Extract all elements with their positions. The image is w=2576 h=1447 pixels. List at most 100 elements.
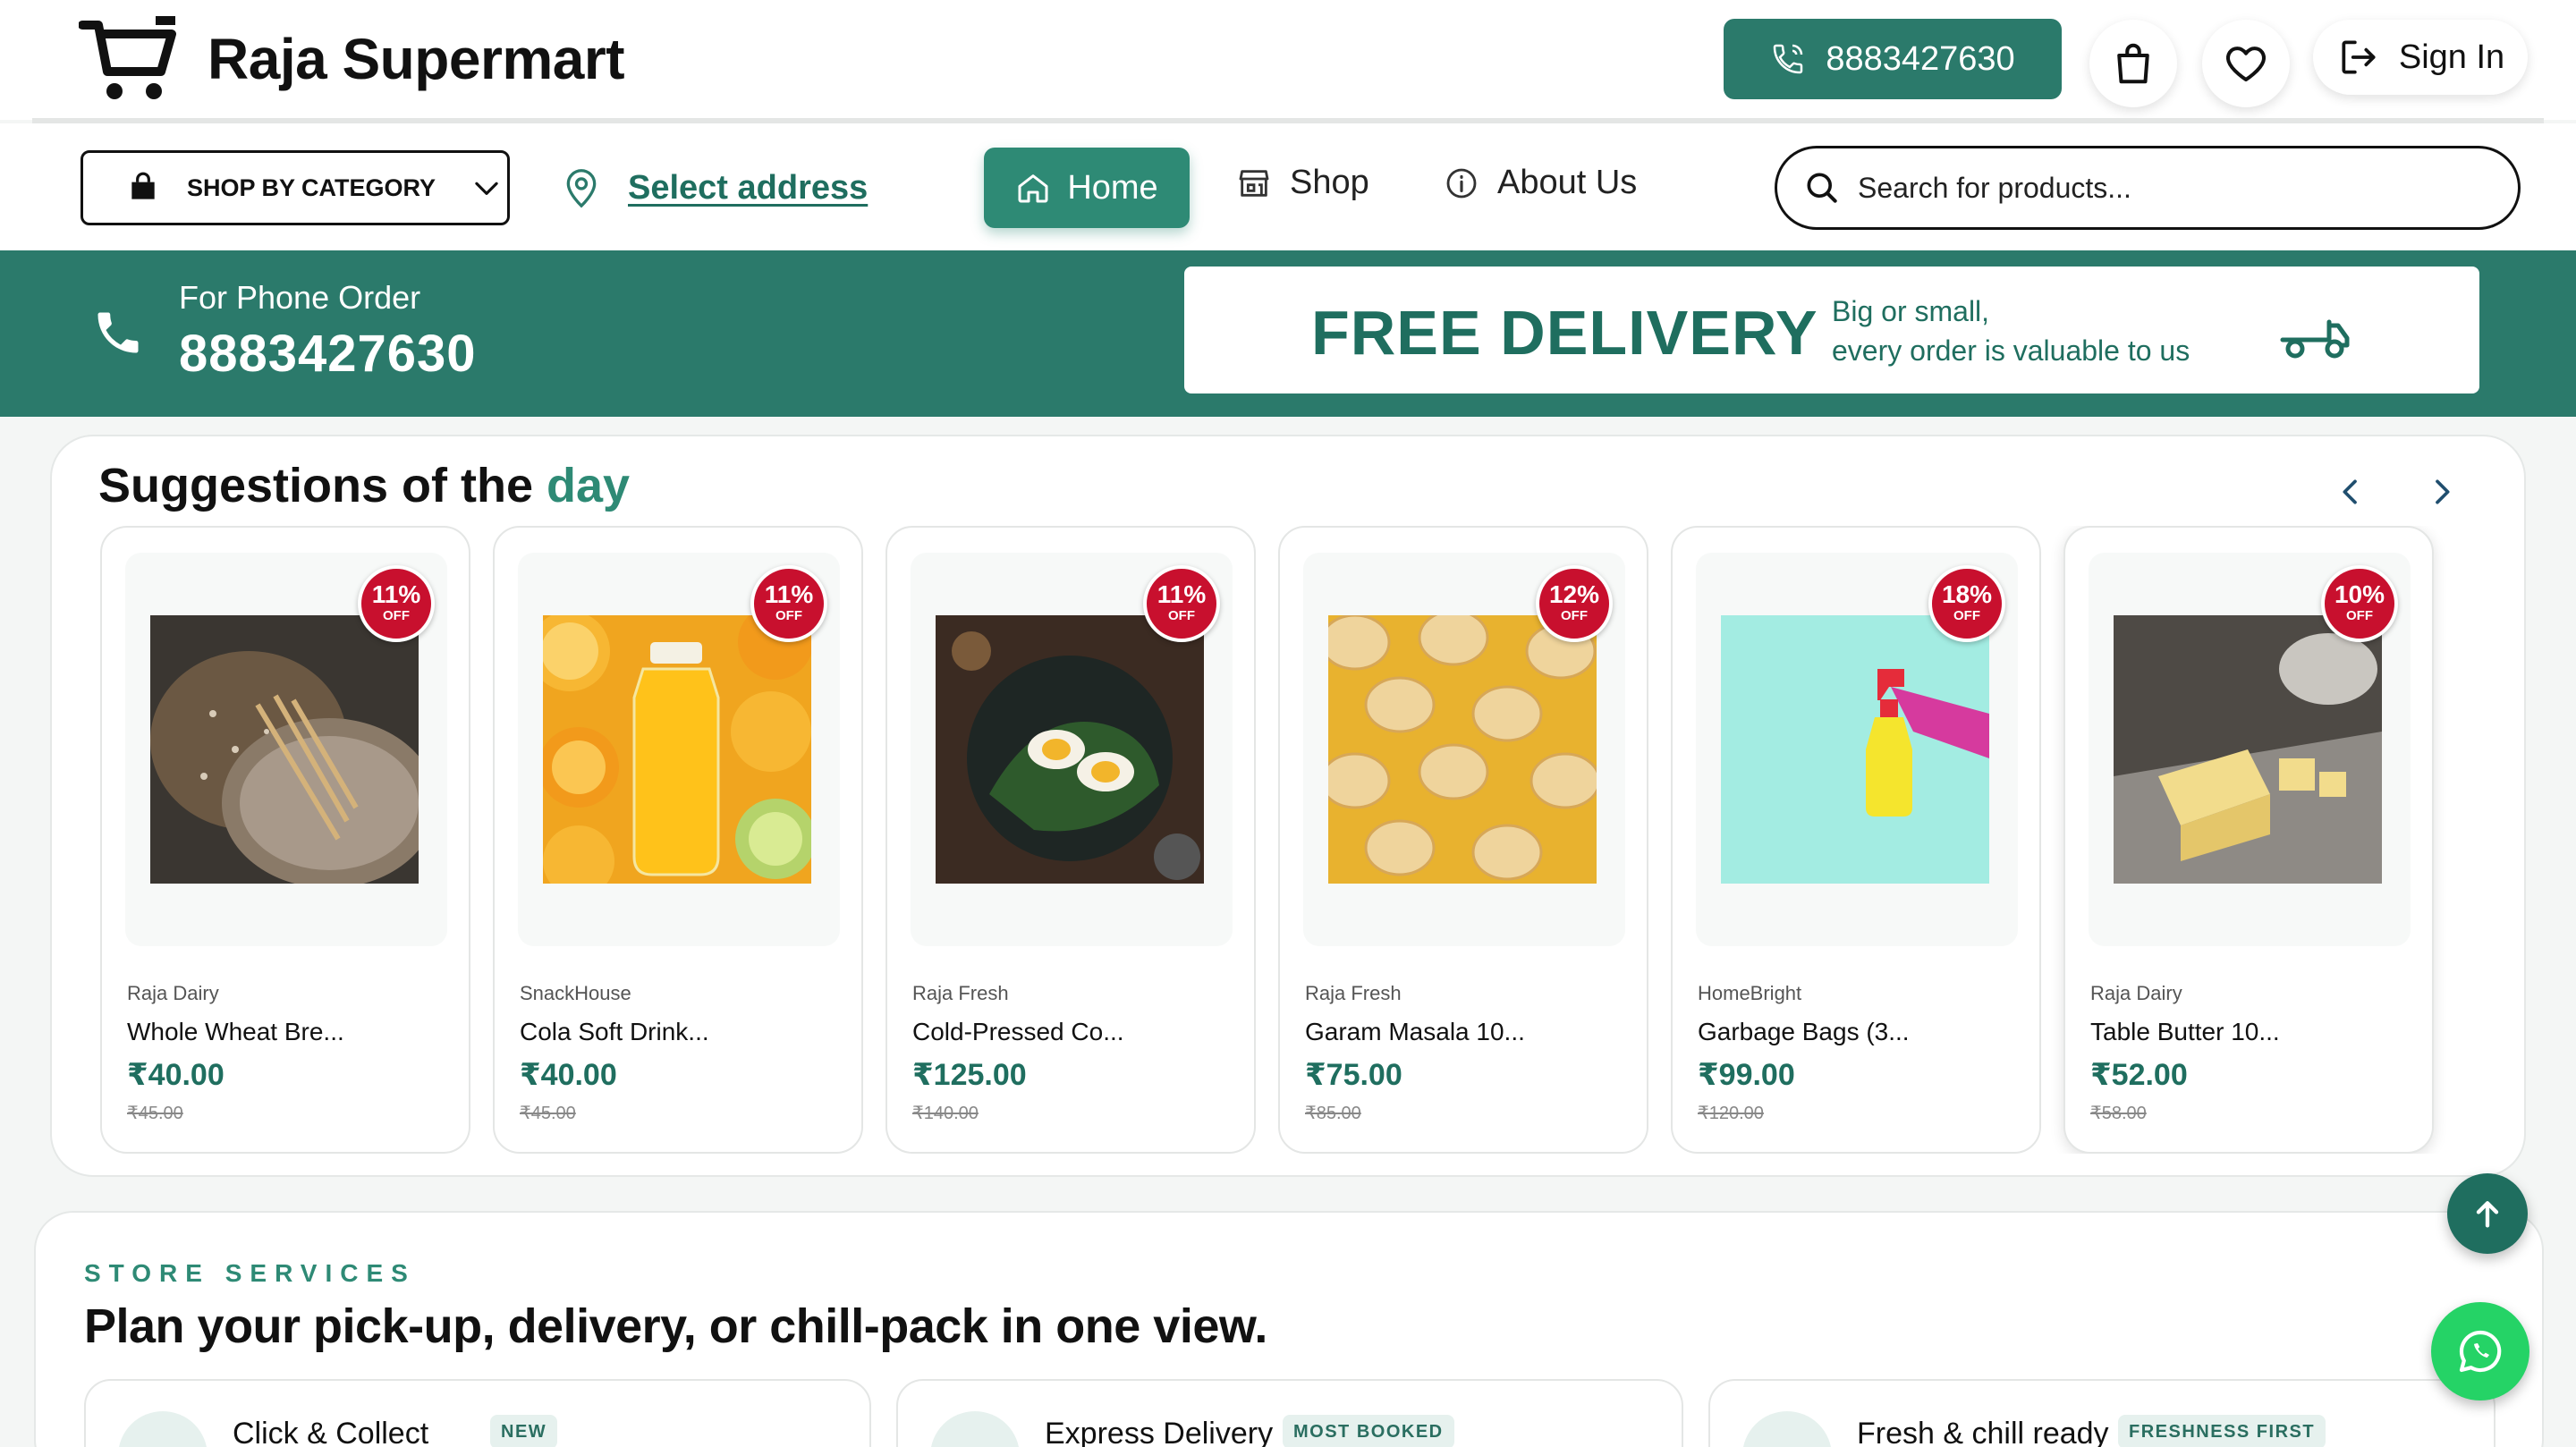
discount-badge: 10% OFF [2321, 565, 2398, 642]
call-button[interactable]: 8883427630 [1724, 19, 2062, 99]
shop-by-category-dropdown[interactable]: SHOP BY CATEGORY [80, 150, 510, 225]
product-brand: Raja Dairy [127, 982, 219, 1004]
discount-percent: 11% [1157, 580, 1207, 608]
product-mrp: ₹45.00 [127, 1104, 183, 1123]
chips-image [1328, 615, 1597, 884]
carousel-prev-button[interactable] [2324, 465, 2377, 519]
butter-image [2114, 615, 2382, 884]
category-label: SHOP BY CATEGORY [187, 173, 436, 201]
product-brand: SnackHouse [520, 982, 631, 1004]
signin-label: Sign In [2398, 38, 2505, 76]
suggestions-title-main: Suggestions of the [98, 459, 533, 512]
suggestions-title: Suggestions of the day [98, 458, 630, 513]
location-pin-icon [566, 169, 597, 208]
store-icon [1239, 169, 1269, 197]
product-name[interactable]: Table Butter 10... [2090, 1018, 2280, 1046]
product-image[interactable] [150, 615, 419, 884]
product-card[interactable]: 12% OFF Raja Fresh Garam Masala 10... ₹7… [1278, 526, 1648, 1154]
discount-off-label: OFF [1561, 608, 1588, 623]
product-image[interactable] [543, 615, 811, 884]
home-icon [1018, 174, 1048, 203]
suggestions-title-accent: day [547, 459, 631, 512]
carousel-next-button[interactable] [2415, 465, 2469, 519]
scroll-to-top-button[interactable] [2447, 1173, 2528, 1254]
product-mrp: ₹58.00 [2090, 1104, 2147, 1123]
discount-percent: 12% [1548, 580, 1600, 608]
service-name: Fresh & chill ready [1857, 1417, 2109, 1447]
juice-image [543, 615, 811, 884]
product-image-frame: 10% OFF [2089, 553, 2411, 946]
service-card-express-delivery[interactable]: Express Delivery MOST BOOKED [896, 1379, 1683, 1447]
arrow-up-icon [2476, 1201, 2499, 1228]
product-image[interactable] [1328, 615, 1597, 884]
whatsapp-icon [2459, 1330, 2502, 1373]
search-bar[interactable] [1775, 146, 2521, 230]
product-brand: Raja Dairy [2090, 982, 2182, 1004]
product-brand: HomeBright [1698, 982, 1802, 1004]
click-collect-icon [118, 1411, 208, 1447]
product-price: ₹40.00 [520, 1058, 617, 1092]
discount-off-label: OFF [383, 608, 410, 623]
phone-icon [97, 312, 139, 353]
product-name[interactable]: Cola Soft Drink... [520, 1018, 709, 1046]
wishlist-button[interactable] [2202, 20, 2290, 107]
product-mrp: ₹140.00 [912, 1104, 979, 1123]
service-card-click-collect[interactable]: Click & Collect NEW [84, 1379, 871, 1447]
tagline-line-1: Big or small, [1832, 295, 1990, 327]
service-tag: MOST BOOKED [1283, 1415, 1454, 1447]
product-card[interactable]: 11% OFF Raja Fresh Cold-Pressed Co... ₹1… [886, 526, 1256, 1154]
product-image[interactable] [1721, 615, 1989, 884]
product-image[interactable] [936, 615, 1204, 884]
product-mrp: ₹120.00 [1698, 1104, 1764, 1123]
tagline-line-2: every order is valuable to us [1832, 334, 2190, 367]
nav-about[interactable]: About Us [1444, 164, 1637, 202]
product-image-frame: 11% OFF [911, 553, 1233, 946]
product-name[interactable]: Garam Masala 10... [1305, 1018, 1525, 1046]
product-name[interactable]: Garbage Bags (3... [1698, 1018, 1910, 1046]
discount-badge: 11% OFF [1143, 565, 1220, 642]
chevron-left-icon [2343, 479, 2357, 504]
product-card[interactable]: 11% OFF SnackHouse Cola Soft Drink... ₹4… [493, 526, 863, 1154]
product-name[interactable]: Cold-Pressed Co... [912, 1018, 1124, 1046]
product-card[interactable]: 18% OFF HomeBright Garbage Bags (3... ₹9… [1671, 526, 2041, 1154]
nav-home[interactable]: Home [984, 148, 1190, 228]
discount-percent: 10% [2334, 580, 2385, 608]
address-selector[interactable]: Select address [562, 166, 868, 209]
nav-shop-label: Shop [1290, 164, 1369, 201]
main-nav: SHOP BY CATEGORY Select address Home Sho… [0, 123, 2576, 250]
delivery-truck-icon [2280, 319, 2350, 359]
bag-icon [131, 172, 155, 199]
brand-name: Raja Supermart [208, 27, 625, 91]
select-address-link[interactable]: Select address [628, 169, 868, 207]
product-card[interactable]: 11% OFF Raja Dairy Whole Wheat Bre... ₹4… [100, 526, 470, 1154]
nav-shop[interactable]: Shop [1236, 164, 1369, 202]
brand-logo[interactable]: Raja Supermart [79, 14, 625, 104]
services-heading: Plan your pick-up, delivery, or chill-pa… [84, 1299, 1267, 1353]
service-tag: FRESHNESS FIRST [2118, 1415, 2326, 1447]
product-price: ₹125.00 [912, 1058, 1027, 1092]
services-kicker: STORE SERVICES [84, 1259, 416, 1287]
shopping-bag-icon [2117, 43, 2149, 84]
call-button-number: 8883427630 [1826, 39, 2015, 78]
express-delivery-icon [930, 1411, 1020, 1447]
product-name[interactable]: Whole Wheat Bre... [127, 1018, 344, 1046]
whatsapp-chat-button[interactable] [2431, 1302, 2529, 1400]
search-icon [1807, 173, 1837, 203]
product-image[interactable] [2114, 615, 2382, 884]
product-image-frame: 18% OFF [1696, 553, 2018, 946]
cart-button[interactable] [2089, 20, 2177, 107]
top-header: Raja Supermart 8883427630 Sign In [0, 0, 2576, 120]
info-icon [1446, 168, 1477, 198]
product-card[interactable]: 10% OFF Raja Dairy Table Butter 10... ₹5… [2063, 526, 2434, 1154]
service-card-fresh-chill[interactable]: Fresh & chill ready FRESHNESS FIRST [1708, 1379, 2496, 1447]
spray-bottle-image [1721, 615, 1989, 884]
search-input[interactable] [1858, 171, 2484, 205]
signin-button[interactable]: Sign In [2313, 20, 2528, 95]
service-tag: NEW [490, 1415, 558, 1447]
free-delivery-card: FREE DELIVERY Big or small, every order … [1184, 267, 2479, 393]
snowflake-icon [1742, 1411, 1832, 1447]
phone-order-number[interactable]: 8883427630 [179, 324, 477, 384]
product-carousel: 11% OFF Raja Dairy Whole Wheat Bre... ₹4… [100, 526, 2497, 1154]
discount-off-label: OFF [1953, 608, 1980, 623]
discount-off-label: OFF [775, 608, 802, 623]
